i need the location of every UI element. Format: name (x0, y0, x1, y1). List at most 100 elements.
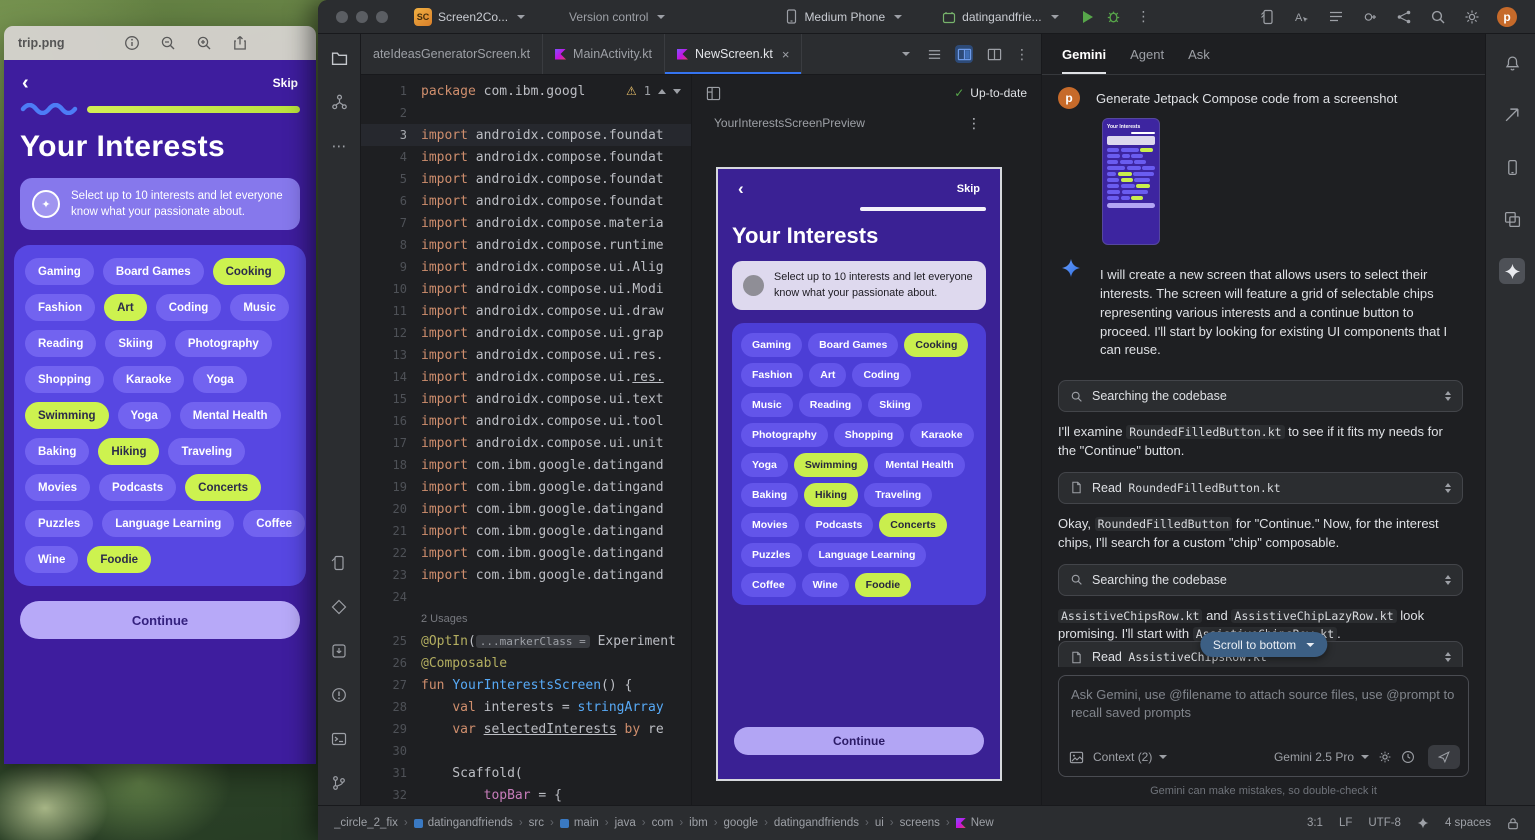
usages-hint[interactable]: 2 Usages (361, 608, 691, 630)
more-tools-icon[interactable]: ⋯ (329, 136, 349, 156)
resource-manager-icon[interactable] (1395, 8, 1413, 26)
share-icon[interactable] (231, 34, 249, 52)
code-line[interactable]: 4import androidx.compose.foundat (361, 146, 691, 168)
vcs-widget[interactable]: Version control (569, 10, 665, 24)
build-icon[interactable] (329, 641, 349, 661)
window-controls[interactable] (336, 11, 388, 23)
scroll-to-bottom-button[interactable]: Scroll to bottom (1200, 632, 1327, 657)
attachment-thumbnail[interactable]: Your Interests (1102, 118, 1160, 245)
settings-icon[interactable] (1463, 8, 1481, 26)
code-line[interactable]: 19import com.ibm.google.datingand (361, 476, 691, 498)
code-line[interactable]: 25@OptIn(...markerClass = Experiment (361, 630, 691, 652)
gemini-input-box[interactable]: Context (2) Gemini 2.5 Pro (1058, 675, 1469, 777)
structure-tool-icon[interactable] (329, 92, 349, 112)
device-explorer-icon[interactable] (1499, 102, 1525, 128)
expand-icon[interactable] (1445, 483, 1451, 493)
code-line[interactable]: 13import androidx.compose.ui.res. (361, 344, 691, 366)
line-ending[interactable]: LF (1339, 817, 1352, 829)
code-line[interactable]: 17import androidx.compose.ui.unit (361, 432, 691, 454)
more-actions-icon[interactable]: ⋮ (1137, 8, 1151, 25)
device-selector[interactable]: Medium Phone (785, 9, 902, 24)
breadcrumb-item[interactable]: ui (875, 817, 884, 829)
editor-tab[interactable]: MainActivity.kt (543, 34, 665, 74)
editor-tab[interactable]: NewScreen.kt× (665, 34, 802, 74)
code-line[interactable]: 24 (361, 586, 691, 608)
maximize-window-icon[interactable] (376, 11, 388, 23)
breadcrumb-item[interactable]: main (560, 817, 599, 829)
code-line[interactable]: 3import androidx.compose.foundat (361, 124, 691, 146)
code-line[interactable]: 29 var selectedInterests by re (361, 718, 691, 740)
layout-inspector-icon[interactable] (1499, 206, 1525, 232)
breadcrumb-item[interactable]: datingandfriends (774, 817, 859, 829)
dependencies-icon[interactable] (329, 597, 349, 617)
code-line[interactable]: 7import androidx.compose.materia (361, 212, 691, 234)
tool-call-card[interactable]: Read RoundedFilledButton.kt (1058, 472, 1463, 504)
indent-size[interactable]: 4 spaces (1445, 817, 1491, 829)
code-line[interactable]: 9import androidx.compose.ui.Alig (361, 256, 691, 278)
run-config-selector[interactable]: datingandfrie... (942, 10, 1058, 24)
gemini-tab-ask[interactable]: Ask (1188, 34, 1210, 74)
breadcrumb-item[interactable]: src (529, 817, 544, 829)
ui-inspector-icon[interactable]: A (1293, 8, 1311, 26)
device-frame-icon[interactable] (1259, 8, 1277, 26)
gemini-input[interactable] (1069, 684, 1458, 738)
file-encoding[interactable]: UTF-8 (1368, 817, 1401, 829)
project-tool-icon[interactable] (329, 48, 349, 68)
close-window-icon[interactable] (336, 11, 348, 23)
expand-icon[interactable] (1445, 575, 1451, 585)
tool-call-card[interactable]: Searching the codebase (1058, 564, 1463, 596)
breadcrumb-item[interactable]: com (652, 817, 674, 829)
build-tools-icon[interactable] (1361, 8, 1379, 26)
code-line[interactable]: 2 (361, 102, 691, 124)
run-button[interactable] (1083, 11, 1093, 23)
search-icon[interactable] (1429, 8, 1447, 26)
inspection-widget[interactable]: ⚠ 1 (622, 80, 685, 102)
code-editor[interactable]: 1package com.ibm.googl23import androidx.… (361, 75, 692, 805)
code-line[interactable]: 26@Composable (361, 652, 691, 674)
history-icon[interactable] (1401, 750, 1415, 764)
code-line[interactable]: 27fun YourInterestsScreen() { (361, 674, 691, 696)
tab-dropdown-icon[interactable] (895, 45, 913, 63)
ai-status-icon[interactable] (1417, 817, 1429, 829)
editor-tab[interactable]: ateIdeasGeneratorScreen.kt (361, 34, 543, 74)
send-button[interactable] (1428, 745, 1460, 769)
gemini-settings-icon[interactable] (1378, 750, 1392, 764)
code-line[interactable]: 20import com.ibm.google.datingand (361, 498, 691, 520)
code-line[interactable]: 15import androidx.compose.ui.text (361, 388, 691, 410)
code-line[interactable]: 16import androidx.compose.ui.tool (361, 410, 691, 432)
info-icon[interactable] (123, 34, 141, 52)
readonly-lock-icon[interactable] (1507, 817, 1519, 830)
preview-menu-icon[interactable]: ⋮ (967, 115, 981, 132)
breadcrumb-item[interactable]: _circle_2_fix (334, 817, 398, 829)
model-selector[interactable]: Gemini 2.5 Pro (1274, 750, 1369, 764)
tool-call-card[interactable]: Searching the codebase (1058, 380, 1463, 412)
breadcrumb-item[interactable]: java (615, 817, 636, 829)
gemini-tool-icon[interactable] (1499, 258, 1525, 284)
tab-list-icon[interactable] (925, 45, 943, 63)
code-line[interactable]: 31 Scaffold( (361, 762, 691, 784)
code-line[interactable]: 28 val interests = stringArray (361, 696, 691, 718)
breadcrumb-item[interactable]: ibm (689, 817, 708, 829)
problems-icon[interactable] (329, 685, 349, 705)
user-avatar[interactable]: p (1497, 7, 1517, 27)
tab-more-icon[interactable]: ⋮ (1015, 46, 1029, 63)
notifications-icon[interactable] (1499, 50, 1525, 76)
split-right-icon[interactable] (985, 45, 1003, 63)
expand-icon[interactable] (1445, 391, 1451, 401)
breadcrumb-item[interactable]: screens (900, 817, 940, 829)
breadcrumb-item[interactable]: google (724, 817, 759, 829)
zoom-in-icon[interactable] (195, 34, 213, 52)
prev-problem-icon[interactable] (658, 89, 666, 94)
code-line[interactable]: 8import androidx.compose.runtime (361, 234, 691, 256)
context-selector[interactable]: Context (2) (1093, 750, 1167, 764)
preview-name[interactable]: YourInterestsScreenPreview (714, 116, 865, 130)
breadcrumb-item[interactable]: New (956, 817, 994, 829)
breadcrumb-item[interactable]: datingandfriends (414, 817, 513, 829)
code-line[interactable]: 5import androidx.compose.foundat (361, 168, 691, 190)
code-line[interactable]: 6import androidx.compose.foundat (361, 190, 691, 212)
code-line[interactable]: 23import com.ibm.google.datingand (361, 564, 691, 586)
code-line[interactable]: 22import com.ibm.google.datingand (361, 542, 691, 564)
code-line[interactable]: 14import androidx.compose.ui.res. (361, 366, 691, 388)
caret-position[interactable]: 3:1 (1307, 817, 1323, 829)
code-line[interactable]: 21import com.ibm.google.datingand (361, 520, 691, 542)
